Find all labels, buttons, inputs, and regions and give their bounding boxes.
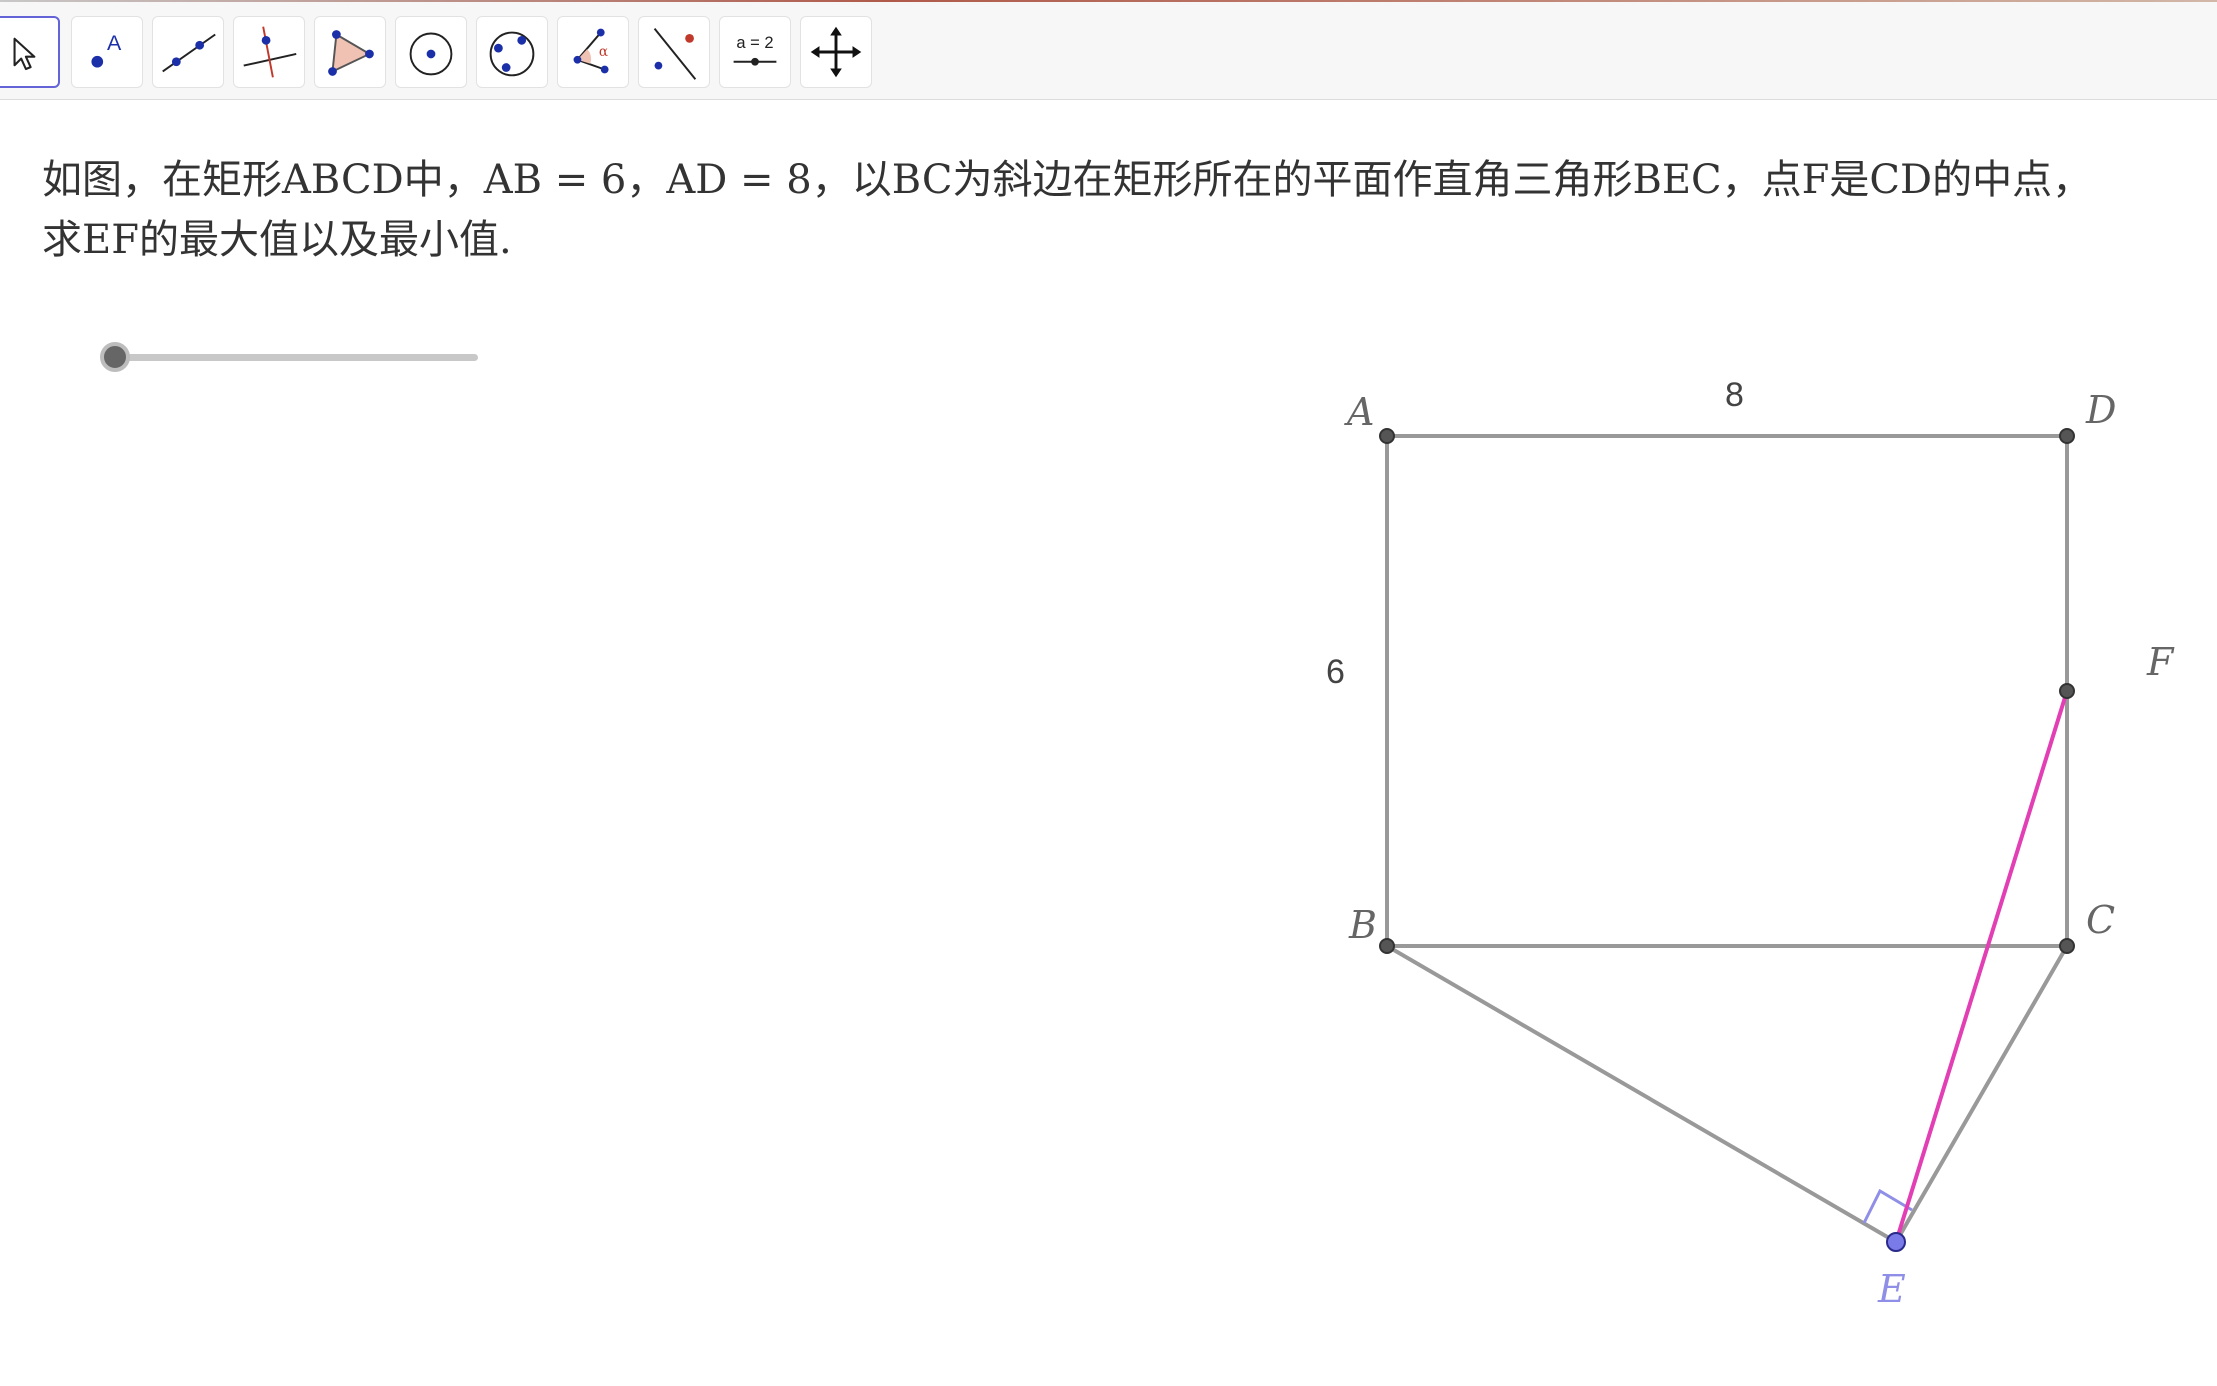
label-A: A: [1344, 390, 1374, 434]
reflect-point-icon: [653, 28, 697, 80]
label-D: D: [2085, 388, 2116, 432]
label-C: C: [2086, 898, 2115, 942]
label-F: F: [2146, 640, 2175, 684]
polygon-tool-button[interactable]: [314, 16, 386, 88]
slider-icon: a = 2: [733, 33, 777, 66]
point-tool-glyph: A: [107, 31, 122, 55]
label-E: E: [1877, 1267, 1906, 1311]
angle-icon: α: [573, 28, 609, 74]
reflect-tool-button[interactable]: [638, 16, 710, 88]
point-B[interactable]: [1379, 938, 1395, 954]
point-D[interactable]: [2059, 428, 2075, 444]
point-F[interactable]: [2059, 683, 2075, 699]
move-tool-button[interactable]: [0, 16, 60, 88]
graphics-view[interactable]: A D B C F E 8 6: [0, 100, 2217, 1386]
label-B: B: [1348, 903, 1377, 947]
slider-tool-button[interactable]: a = 2: [719, 16, 791, 88]
point-A[interactable]: [1379, 428, 1395, 444]
toolbar: A α a = 2: [0, 2, 2217, 100]
length-label-AB: 6: [1326, 653, 1345, 691]
circle-center-tool-button[interactable]: [395, 16, 467, 88]
point-icon: A: [91, 31, 122, 68]
slider-tool-glyph: a = 2: [736, 33, 773, 52]
angle-tool-glyph: α: [599, 44, 608, 60]
line-icon: [162, 33, 216, 73]
circle-three-points-icon: [489, 31, 535, 77]
segment-BE[interactable]: [1385, 944, 1898, 1244]
angle-tool-button[interactable]: α: [557, 16, 629, 88]
move-view-icon: [810, 26, 862, 78]
move-arrow-icon: [13, 37, 36, 71]
length-label-AD: 8: [1725, 376, 1744, 414]
point-C[interactable]: [2059, 938, 2075, 954]
line-tool-button[interactable]: [152, 16, 224, 88]
perpendicular-line-icon: [243, 26, 297, 78]
segment-EF[interactable]: [1894, 690, 2069, 1243]
circle-center-point-icon: [409, 32, 453, 76]
point-E[interactable]: [1886, 1232, 1906, 1252]
segment-EC[interactable]: [1894, 944, 2069, 1244]
move-view-tool-button[interactable]: [800, 16, 872, 88]
point-tool-button[interactable]: A: [71, 16, 143, 88]
polygon-icon: [328, 30, 374, 76]
perpendicular-tool-button[interactable]: [233, 16, 305, 88]
circle-three-points-tool-button[interactable]: [476, 16, 548, 88]
